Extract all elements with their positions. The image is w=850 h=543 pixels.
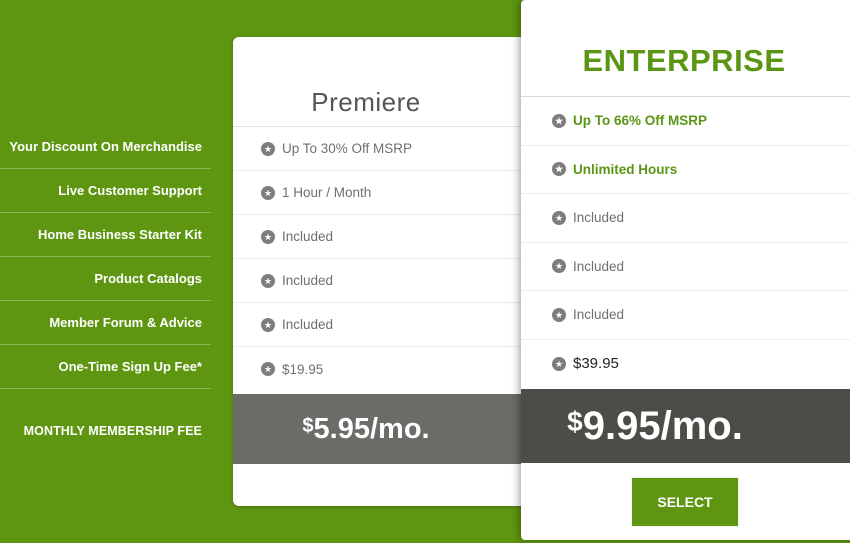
premiere-price-band: $5.95/mo. — [233, 394, 543, 464]
star-icon: ★ — [261, 273, 275, 288]
star-icon: ★ — [552, 259, 566, 274]
label-forum: Member Forum & Advice — [0, 301, 211, 345]
enterprise-feature-discount: ★ Up To 66% Off MSRP — [521, 97, 850, 146]
enterprise-feature-forum: ★ Included — [521, 291, 850, 340]
star-icon: ★ — [261, 229, 275, 244]
feature-value: Unlimited Hours — [573, 161, 678, 177]
enterprise-price-band: $9.95/mo. — [521, 389, 850, 463]
star-icon: ★ — [261, 317, 275, 332]
enterprise-feature-support: ★ Unlimited Hours — [521, 146, 850, 194]
premiere-feature-catalogs: ★ Included — [233, 259, 543, 303]
premiere-feature-discount: ★ Up To 30% Off MSRP — [233, 127, 543, 171]
enterprise-plan-name: ENTERPRISE — [521, 0, 850, 97]
star-icon: ★ — [552, 356, 566, 371]
premiere-feature-support: ★ 1 Hour / Month — [233, 171, 543, 215]
label-support: Live Customer Support — [0, 169, 211, 213]
feature-value: Included — [573, 210, 625, 226]
feature-value: Included — [282, 273, 334, 288]
star-icon: ★ — [552, 162, 566, 177]
star-icon: ★ — [552, 113, 566, 128]
feature-value: $19.95 — [282, 361, 324, 377]
price-amount: 9.95/mo. — [582, 403, 743, 448]
feature-value: Up To 30% Off MSRP — [282, 141, 413, 156]
star-icon: ★ — [261, 362, 275, 376]
enterprise-plan-card: ENTERPRISE ★ Up To 66% Off MSRP ★ Unlimi… — [521, 0, 850, 540]
feature-value: Included — [282, 229, 334, 244]
star-icon: ★ — [261, 185, 275, 200]
label-discount: Your Discount On Merchandise — [0, 124, 211, 169]
star-icon: ★ — [552, 210, 566, 225]
feature-value: 1 Hour / Month — [282, 185, 372, 200]
enterprise-feature-signup-fee: ★ $39.95 — [521, 340, 850, 389]
label-signup-fee: One-Time Sign Up Fee* — [0, 345, 211, 389]
label-catalogs: Product Catalogs — [0, 257, 211, 301]
price-amount: 5.95/mo. — [313, 412, 430, 445]
price-currency: $ — [567, 405, 583, 437]
feature-value: Included — [282, 317, 334, 332]
premiere-price: $5.95/mo. — [302, 413, 429, 446]
select-button[interactable]: SELECT — [632, 478, 738, 526]
label-starter-kit: Home Business Starter Kit — [0, 213, 211, 257]
feature-value: Included — [573, 307, 625, 323]
premiere-plan-name: Premiere — [233, 37, 543, 127]
enterprise-feature-catalogs: ★ Included — [521, 243, 850, 291]
premiere-plan-card: Premiere ★ Up To 30% Off MSRP ★ 1 Hour /… — [233, 37, 543, 506]
feature-value: Included — [573, 258, 625, 274]
price-currency: $ — [302, 414, 314, 437]
feature-labels: Your Discount On Merchandise Live Custom… — [0, 124, 211, 472]
premiere-feature-signup-fee: ★ $19.95 — [233, 347, 543, 391]
label-monthly-fee: MONTHLY MEMBERSHIP FEE — [23, 423, 202, 438]
premiere-feature-starter-kit: ★ Included — [233, 215, 543, 259]
premiere-feature-forum: ★ Included — [233, 303, 543, 347]
enterprise-feature-starter-kit: ★ Included — [521, 194, 850, 243]
star-icon: ★ — [261, 141, 275, 156]
enterprise-price: $9.95/mo. — [567, 404, 743, 449]
star-icon: ★ — [552, 307, 566, 322]
feature-value: $39.95 — [573, 355, 619, 373]
feature-value: Up To 66% Off MSRP — [573, 113, 708, 129]
